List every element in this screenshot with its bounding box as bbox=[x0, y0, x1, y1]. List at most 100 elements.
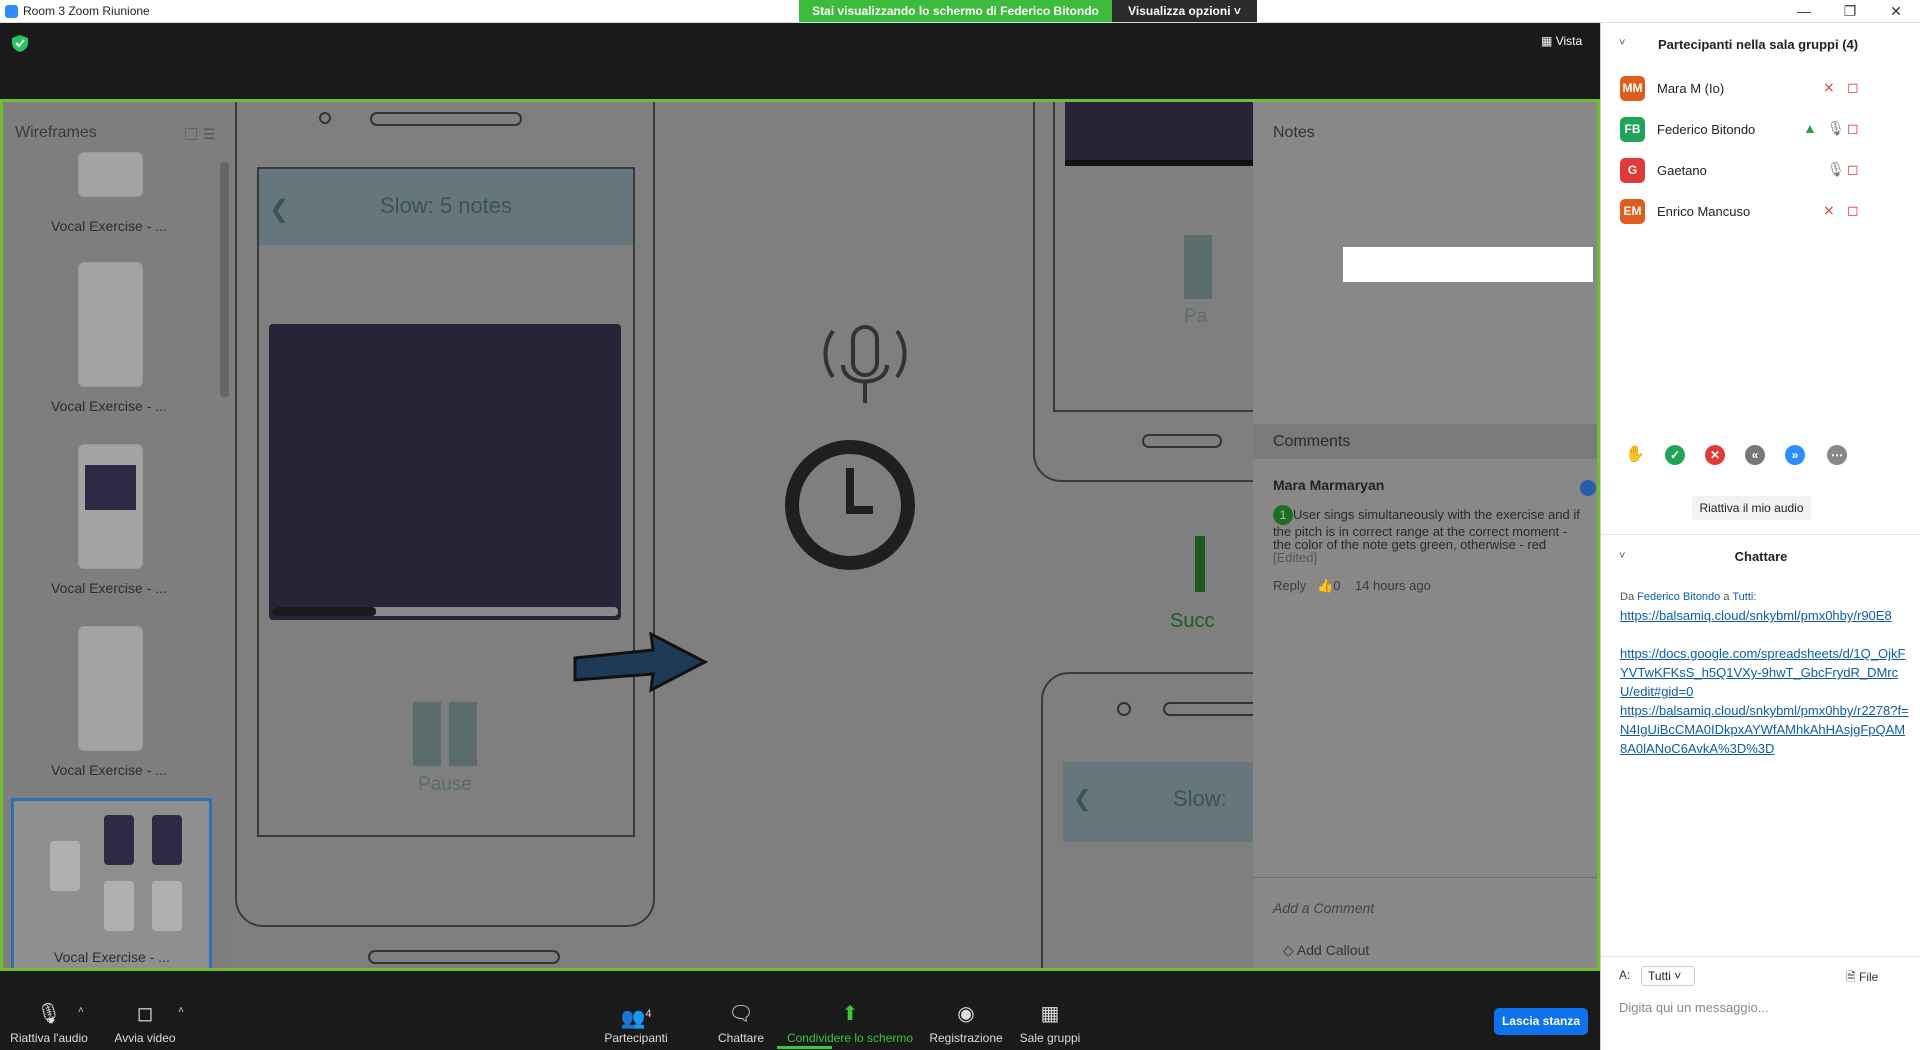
comment-body: 1 User sings simultaneously with the exer… bbox=[1273, 505, 1588, 564]
likes-count: 0 bbox=[1333, 578, 1341, 593]
thumbnail-label: Vocal Exercise - ... bbox=[51, 218, 167, 234]
go-slower-icon[interactable]: « bbox=[1745, 445, 1765, 465]
participants-title: Partecipanti nella sala gruppi (4) bbox=[1658, 37, 1859, 52]
wireframe-thumbnail-selected[interactable]: Vocal Exercise - ... bbox=[11, 798, 212, 968]
breakout-rooms-button[interactable]: ▦ Sale gruppi bbox=[1010, 971, 1090, 1050]
participant-row[interactable]: MM Mara M (Io) ⨯ ◻ bbox=[1601, 68, 1920, 109]
go-faster-icon[interactable]: » bbox=[1785, 445, 1805, 465]
reply-link[interactable]: Reply bbox=[1273, 578, 1306, 593]
thumbnail-preview bbox=[85, 465, 136, 510]
participants-label: Partecipanti bbox=[604, 1031, 668, 1045]
audio-options-chevron[interactable]: ˄ bbox=[78, 1005, 84, 1016]
screen-title: Slow: 5 notes bbox=[379, 193, 513, 218]
scrollbar[interactable] bbox=[220, 162, 229, 397]
divider bbox=[1253, 877, 1597, 878]
notes-field[interactable] bbox=[1343, 247, 1593, 282]
wireframe-thumbnail[interactable] bbox=[78, 152, 143, 197]
unmute-me-button[interactable]: Riattiva il mio audio bbox=[1692, 496, 1811, 520]
progress-fill bbox=[272, 607, 376, 616]
thumbs-up-icon[interactable]: 👍 bbox=[1317, 578, 1333, 593]
video-off-icon: ◻ bbox=[1847, 120, 1859, 136]
share-screen-button[interactable]: ⬆ Condividere lo schermo bbox=[785, 971, 915, 1050]
participants-count: 4 bbox=[645, 1008, 652, 1020]
recipient-value: Tutti bbox=[1648, 969, 1671, 983]
unmute-label: Riattiva l'audio bbox=[10, 1031, 88, 1045]
record-button[interactable]: ◉ Registrazione bbox=[925, 971, 1007, 1050]
start-video-label: Avvia video bbox=[114, 1031, 176, 1045]
view-options-button[interactable]: Visualizza opzioni ˅ bbox=[1112, 0, 1257, 22]
file-button[interactable]: 🗎 File bbox=[1846, 968, 1878, 989]
chat-sender[interactable]: Federico Bitondo bbox=[1637, 591, 1720, 603]
video-off-icon: ◻ bbox=[1847, 202, 1859, 218]
raise-hand-icon[interactable]: ✋ bbox=[1625, 445, 1645, 465]
breakout-label: Sale gruppi bbox=[1019, 1031, 1081, 1045]
more-icon[interactable]: ⋯ bbox=[1827, 445, 1847, 465]
add-callout-button[interactable]: ◇ Add Callout bbox=[1283, 942, 1369, 959]
avatar: EM bbox=[1620, 199, 1645, 224]
participant-name: Federico Bitondo bbox=[1657, 122, 1756, 137]
pause-bar-left bbox=[413, 702, 441, 766]
divider bbox=[1601, 534, 1920, 535]
clock-icon bbox=[785, 440, 915, 570]
collapse-chevron-icon[interactable]: ˅ bbox=[1619, 37, 1625, 49]
speaker-slot bbox=[370, 112, 522, 126]
add-callout-label: Add Callout bbox=[1296, 942, 1370, 958]
camera-dot bbox=[319, 112, 331, 124]
avatar: FB bbox=[1620, 117, 1645, 142]
partial-label: Pa bbox=[1184, 306, 1208, 327]
participant-row[interactable]: FB Federico Bitondo ▲ 🎙 ◻ bbox=[1601, 109, 1920, 150]
video-off-icon: ◻ bbox=[1847, 79, 1859, 95]
chat-button[interactable]: 🗨 Chattare bbox=[701, 971, 781, 1050]
file-icon: 🗎 bbox=[1846, 970, 1856, 984]
comment-number-badge: 1 bbox=[1273, 505, 1293, 525]
yes-icon[interactable]: ✓ bbox=[1665, 445, 1685, 465]
callout-icon: ◇ bbox=[1283, 942, 1294, 958]
chat-from-prefix: Da bbox=[1620, 591, 1635, 603]
mic-icon: 🎙 bbox=[1827, 120, 1845, 136]
video-off-icon: ◻ bbox=[1847, 161, 1859, 177]
chat-icon: 🗨 bbox=[728, 1003, 754, 1025]
share-screen-icon: ⬆ bbox=[841, 1003, 859, 1025]
add-comment-input[interactable]: Add a Comment bbox=[1273, 900, 1374, 916]
minimize-button[interactable]: — bbox=[1781, 0, 1827, 23]
recipient-label: A: bbox=[1619, 968, 1631, 982]
record-icon: ◉ bbox=[957, 1003, 975, 1025]
success-arrow-icon bbox=[1195, 536, 1205, 592]
comment-author: Mara Marmaryan bbox=[1273, 477, 1385, 493]
start-video-button[interactable]: ◻ Avvia video bbox=[105, 971, 185, 1050]
participant-name: Enrico Mancuso bbox=[1657, 204, 1751, 219]
participant-name: Gaetano bbox=[1657, 163, 1707, 178]
participants-icon: 👥4 bbox=[620, 1007, 652, 1030]
chat-link[interactable]: https://balsamiq.cloud/snkybml/pmx0hby/r… bbox=[1620, 701, 1910, 758]
view-button[interactable]: ▦ Vista bbox=[1541, 34, 1582, 48]
video-options-chevron[interactable]: ˄ bbox=[178, 1005, 184, 1016]
thumbnail-preview bbox=[50, 841, 80, 891]
recipient-select[interactable]: Tutti ˅ bbox=[1641, 966, 1695, 986]
close-button[interactable]: ✕ bbox=[1873, 0, 1919, 23]
thumbnail-preview bbox=[104, 881, 134, 931]
maximize-button[interactable]: ❐ bbox=[1827, 0, 1873, 23]
wireframe-thumbnail[interactable] bbox=[78, 626, 143, 751]
participant-row[interactable]: G Gaetano 🎙 ◻ bbox=[1601, 150, 1920, 191]
security-shield-icon[interactable] bbox=[12, 35, 28, 52]
mic-icon: 🎙 bbox=[1827, 161, 1845, 177]
chat-message-input[interactable]: Digita qui un messaggio... bbox=[1619, 1000, 1899, 1015]
chat-link[interactable]: https://docs.google.com/spreadsheets/d/1… bbox=[1620, 644, 1910, 701]
view-options-label: Visualizza opzioni bbox=[1128, 4, 1231, 18]
no-icon[interactable]: ✕ bbox=[1705, 445, 1725, 465]
thumbnail-preview bbox=[104, 815, 134, 865]
pause-bar bbox=[1184, 235, 1212, 299]
progress-track bbox=[272, 607, 618, 616]
chat-link[interactable]: https://balsamiq.cloud/snkybml/pmx0hby/r… bbox=[1620, 606, 1910, 625]
chevron-down-icon: ˅ bbox=[1674, 969, 1682, 983]
wireframe-thumbnail[interactable] bbox=[78, 262, 143, 387]
wireframes-panel: Wireframes ☰ Vocal Exercise - ... Vocal … bbox=[3, 102, 233, 968]
pause-label: Pause bbox=[418, 774, 472, 795]
leave-room-button[interactable]: Lascia stanza bbox=[1494, 1008, 1588, 1035]
participant-row[interactable]: EM Enrico Mancuso ⨯ ◻ bbox=[1601, 191, 1920, 232]
wireframe-thumbnail[interactable] bbox=[78, 444, 143, 569]
participants-button[interactable]: 👥4 Partecipanti bbox=[596, 971, 676, 1050]
comment-edited: [Edited] bbox=[1273, 550, 1318, 565]
comment-time: 14 hours ago bbox=[1354, 578, 1431, 593]
menu-icon: ☰ bbox=[203, 126, 216, 142]
